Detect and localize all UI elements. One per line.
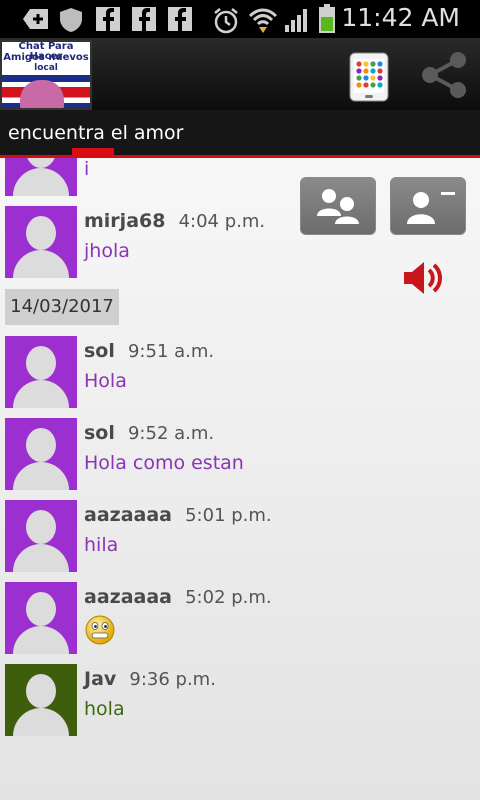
status-bar: 11:42 AM [0,0,480,38]
shield-icon [60,8,82,32]
logo-line-3: local [34,63,58,73]
facebook-icon [132,7,156,31]
message-username[interactable]: mirja68 [84,210,165,232]
date-separator: 14/03/2017 [5,289,119,325]
logo-line-2: Amigos nuevos [3,52,89,63]
users-group-button[interactable] [300,177,376,235]
message-username[interactable]: sol [84,340,115,362]
message-meta: Jav 9:36 p.m. [84,668,216,690]
avatar[interactable] [5,500,77,572]
signal-icon [285,9,307,32]
chat-message: aazaaaa 5:02 p.m. [0,582,300,656]
add-icon [23,9,48,29]
message-time: 5:02 p.m. [185,587,272,608]
message-meta: mirja68 4:04 p.m. [84,210,265,232]
message-text: Hola como estan [84,452,244,474]
message-text: hola [84,698,125,720]
message-meta: sol 9:51 a.m. [84,340,214,362]
avatar[interactable] [5,418,77,490]
speaker-icon[interactable] [400,258,446,298]
chat-message: sol 9:51 a.m. Hola [0,336,300,410]
remove-user-icon [407,192,455,224]
message-meta: aazaaaa 5:01 p.m. [84,504,272,526]
message-username[interactable]: aazaaaa [84,504,172,526]
message-meta: sol 9:52 a.m. [84,422,214,444]
message-time: 9:51 a.m. [127,341,215,362]
message-time: 5:01 p.m. [185,505,272,526]
message-text: Hola [84,370,127,392]
wifi-icon [248,8,278,33]
chat-message: sol 9:52 a.m. Hola como estan [0,418,300,492]
facebook-icon [168,7,192,31]
share-icon[interactable] [418,48,470,102]
alarm-icon [214,8,238,34]
message-time: 9:52 a.m. [127,423,215,444]
avatar[interactable] [5,206,77,278]
app-logo[interactable]: Chat Para Hacer Amigos nuevos local [0,40,92,110]
message-username[interactable]: aazaaaa [84,586,172,608]
avatar[interactable] [5,336,77,408]
phone-apps-icon[interactable] [348,52,390,102]
message-time: 9:36 p.m. [129,669,216,690]
avatar[interactable] [5,158,77,196]
message-username[interactable]: Jav [84,668,116,690]
chat-message: mirja68 4:04 p.m. jhola [0,206,300,280]
chat-list[interactable]: i mirja68 4:04 p.m. jhola 14/03/2017 sol… [0,158,480,800]
chat-message: i [0,158,300,198]
message-text: hila [84,534,119,556]
facebook-icon [96,7,120,31]
users-group-icon [317,189,359,224]
logo-figure [20,80,64,108]
chat-message: aazaaaa 5:01 p.m. hila [0,500,300,574]
tab-encuentra-el-amor[interactable]: encuentra el amor [8,122,184,144]
action-bar: Chat Para Hacer Amigos nuevos local [0,38,480,110]
battery-icon [319,4,335,33]
smiley-emoji-icon [85,615,115,645]
avatar[interactable] [5,664,77,736]
remove-user-button[interactable] [390,177,466,235]
message-username[interactable]: sol [84,422,115,444]
status-time: 11:42 AM [341,3,460,32]
message-meta: aazaaaa 5:02 p.m. [84,586,272,608]
message-time: 4:04 p.m. [178,211,266,232]
message-text: jhola [84,240,130,262]
chat-message: Jav 9:36 p.m. hola [0,664,300,738]
message-text: i [84,158,90,180]
avatar[interactable] [5,582,77,654]
